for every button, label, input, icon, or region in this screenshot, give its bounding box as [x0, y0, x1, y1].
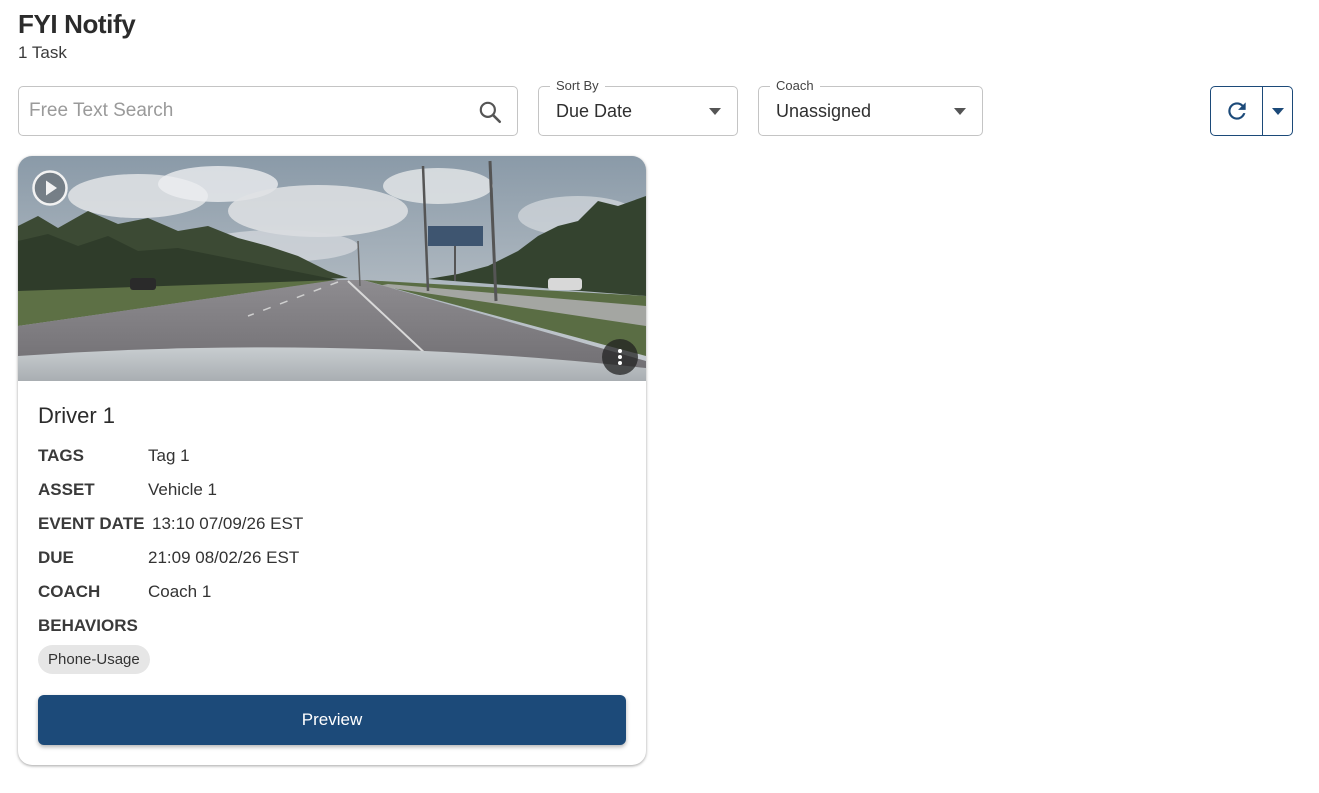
page: FYI Notify 1 Task Sort By Due Date Coach…	[0, 0, 1319, 793]
task-card: Driver 1 TAGS Tag 1 ASSET Vehicle 1 EVEN…	[18, 156, 646, 765]
play-circle-icon[interactable]	[31, 169, 69, 207]
dashcam-image	[18, 156, 646, 381]
coach-select[interactable]: Coach Unassigned	[758, 78, 983, 136]
refresh-split-button	[1210, 86, 1293, 136]
page-title: FYI Notify	[18, 9, 136, 39]
more-vertical-icon[interactable]	[602, 339, 638, 375]
refresh-icon	[1227, 102, 1246, 120]
video-thumbnail[interactable]	[18, 156, 646, 381]
coach-value: Unassigned	[776, 101, 872, 121]
caret-down-icon	[709, 108, 721, 115]
tags-label: TAGS	[38, 446, 84, 465]
event-date-value: 13:10 07/09/26 EST	[152, 514, 304, 533]
coach-field-value: Coach 1	[148, 582, 212, 601]
coach-label: Coach	[770, 78, 820, 93]
task-count: 1 Task	[18, 43, 67, 62]
caret-down-icon	[954, 108, 966, 115]
search-field	[18, 86, 518, 136]
search-input[interactable]	[29, 87, 469, 135]
preview-button[interactable]: Preview	[38, 695, 626, 745]
tags-value: Tag 1	[148, 446, 190, 465]
coach-field-label: COACH	[38, 582, 101, 601]
behavior-chip: Phone-Usage	[38, 645, 150, 674]
search-icon[interactable]	[477, 99, 503, 125]
sort-by-select[interactable]: Sort By Due Date	[538, 78, 738, 136]
event-date-label: EVENT DATE	[38, 514, 145, 533]
asset-value: Vehicle 1	[148, 480, 217, 499]
refresh-menu-button[interactable]	[1263, 87, 1292, 135]
behaviors-label: BEHAVIORS	[38, 616, 138, 635]
due-value: 21:09 08/02/26 EST	[148, 548, 300, 567]
caret-down-icon	[1271, 107, 1284, 115]
asset-label: ASSET	[38, 480, 95, 499]
refresh-button[interactable]	[1211, 87, 1263, 135]
due-label: DUE	[38, 548, 74, 567]
sort-by-label: Sort By	[550, 78, 605, 93]
driver-name: Driver 1	[38, 403, 116, 428]
sort-by-value: Due Date	[556, 101, 633, 121]
